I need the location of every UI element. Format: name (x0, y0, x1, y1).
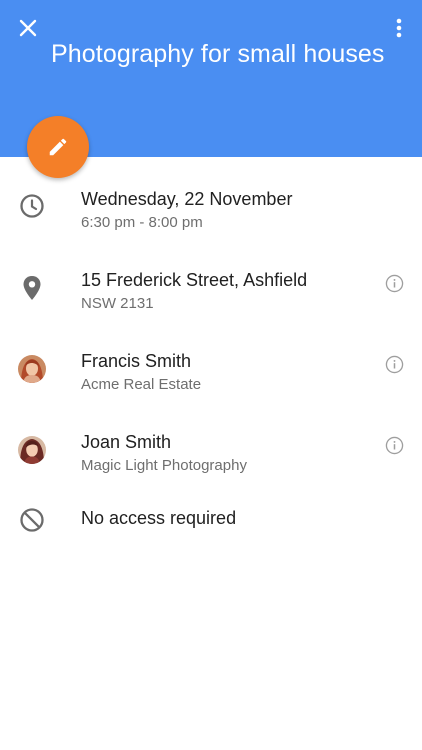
event-title: Photography for small houses (51, 40, 385, 68)
datetime-row: Wednesday, 22 November 6:30 pm - 8:00 pm (0, 189, 422, 249)
contact-info-button[interactable] (383, 353, 405, 375)
pencil-icon (49, 138, 67, 156)
event-date: Wednesday, 22 November (81, 189, 293, 209)
block-icon (20, 508, 44, 532)
address-line-1: 15 Frederick Street, Ashfield (81, 270, 308, 290)
close-icon (19, 19, 37, 37)
avatar (18, 355, 46, 383)
event-time: 6:30 pm - 8:00 pm (81, 214, 203, 231)
contact-row[interactable]: Francis Smith Acme Real Estate (0, 351, 422, 411)
access-row: No access required (0, 508, 422, 568)
info-icon (385, 436, 403, 454)
location-row[interactable]: 15 Frederick Street, Ashfield NSW 2131 (0, 270, 422, 330)
contact-row[interactable]: Joan Smith Magic Light Photography (0, 432, 422, 492)
info-icon (385, 274, 403, 292)
contact-info-button[interactable] (383, 434, 405, 456)
more-vertical-icon (396, 18, 402, 38)
contact-company: Acme Real Estate (81, 376, 202, 393)
contact-name: Francis Smith (81, 351, 192, 371)
close-button[interactable] (14, 14, 42, 42)
info-icon (385, 355, 403, 373)
edit-fab-button[interactable] (27, 116, 89, 178)
avatar (18, 436, 46, 464)
more-options-button[interactable] (390, 14, 408, 42)
contact-name: Joan Smith (81, 432, 172, 452)
location-info-button[interactable] (383, 272, 405, 294)
location-pin-icon (23, 276, 41, 300)
contact-company: Magic Light Photography (81, 457, 247, 474)
access-note: No access required (81, 508, 237, 528)
address-line-2: NSW 2131 (81, 295, 154, 312)
clock-icon (20, 194, 44, 218)
